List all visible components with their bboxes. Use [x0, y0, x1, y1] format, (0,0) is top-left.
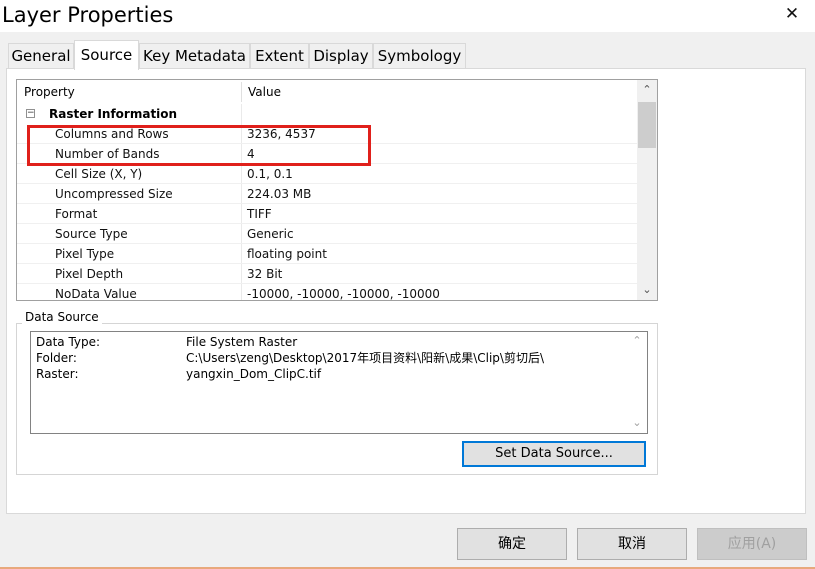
property-value: Generic	[247, 227, 294, 241]
cancel-button[interactable]: 取消	[577, 528, 687, 560]
table-row[interactable]: Cell Size (X, Y) 0.1, 0.1	[17, 164, 637, 184]
property-name: Format	[55, 207, 98, 221]
grid-scrollbar[interactable]: ⌃ ⌄	[637, 80, 657, 300]
property-name: NoData Value	[55, 287, 137, 301]
table-row[interactable]: Uncompressed Size 224.03 MB	[17, 184, 637, 204]
data-type-label: Data Type:	[36, 335, 101, 349]
tab-general[interactable]: General	[8, 43, 74, 69]
property-value: 224.03 MB	[247, 187, 312, 201]
set-data-source-button[interactable]: Set Data Source...	[462, 441, 646, 467]
column-header-value[interactable]: Value	[241, 80, 281, 104]
title-bar: Layer Properties ✕	[0, 0, 815, 32]
tab-symbology[interactable]: Symbology	[373, 43, 466, 69]
ok-button[interactable]: 确定	[457, 528, 567, 560]
tab-key-metadata[interactable]: Key Metadata	[139, 43, 250, 69]
table-row[interactable]: Pixel Type floating point	[17, 244, 637, 264]
scroll-up-icon[interactable]: ⌃	[627, 332, 647, 350]
window-title: Layer Properties	[2, 3, 174, 27]
property-name: Cell Size (X, Y)	[55, 167, 143, 181]
table-row[interactable]: NoData Value -10000, -10000, -10000, -10…	[17, 284, 637, 301]
table-row[interactable]: Format TIFF	[17, 204, 637, 224]
property-value: -10000, -10000, -10000, -10000	[247, 287, 440, 301]
collapse-icon[interactable]: −	[26, 109, 35, 118]
apply-button[interactable]: 应用(A)	[697, 528, 807, 560]
close-icon[interactable]: ✕	[780, 2, 804, 26]
table-row[interactable]: Pixel Depth 32 Bit	[17, 264, 637, 284]
tab-source[interactable]: Source	[74, 40, 139, 70]
scroll-up-icon[interactable]: ⌃	[637, 80, 657, 100]
grid-header: Property Value	[17, 80, 637, 104]
scroll-down-icon[interactable]: ⌄	[637, 280, 657, 300]
data-type-value: File System Raster	[186, 335, 298, 349]
folder-value: C:\Users\zeng\Desktop\2017年项目资料\阳新\成果\Cl…	[186, 351, 545, 365]
property-name: Pixel Depth	[55, 267, 124, 281]
tab-extent[interactable]: Extent	[250, 43, 309, 69]
property-value: 32 Bit	[247, 267, 283, 281]
scroll-thumb[interactable]	[638, 102, 656, 148]
data-source-textbox[interactable]: Data Type: File System Raster Folder: C:…	[30, 331, 648, 434]
data-source-legend: Data Source	[22, 309, 102, 325]
raster-label: Raster:	[36, 367, 79, 381]
group-row-raster-information[interactable]: − Raster Information	[17, 104, 637, 124]
property-value: TIFF	[247, 207, 272, 221]
property-name: Pixel Type	[55, 247, 115, 261]
property-value: 0.1, 0.1	[247, 167, 293, 181]
highlight-box	[27, 125, 371, 166]
raster-value: yangxin_Dom_ClipC.tif	[186, 367, 322, 381]
property-value: floating point	[247, 247, 327, 261]
scroll-down-icon[interactable]: ⌄	[627, 414, 647, 432]
column-header-property[interactable]: Property	[17, 80, 75, 104]
tab-display[interactable]: Display	[309, 43, 373, 69]
folder-label: Folder:	[36, 351, 77, 365]
group-label: Raster Information	[49, 107, 178, 121]
property-name: Source Type	[55, 227, 128, 241]
property-grid[interactable]: Property Value − Raster Information Colu…	[16, 79, 658, 301]
button-bar	[0, 517, 815, 569]
property-name: Uncompressed Size	[55, 187, 173, 201]
table-row[interactable]: Source Type Generic	[17, 224, 637, 244]
data-source-scrollbar[interactable]: ⌃ ⌄	[627, 332, 647, 433]
